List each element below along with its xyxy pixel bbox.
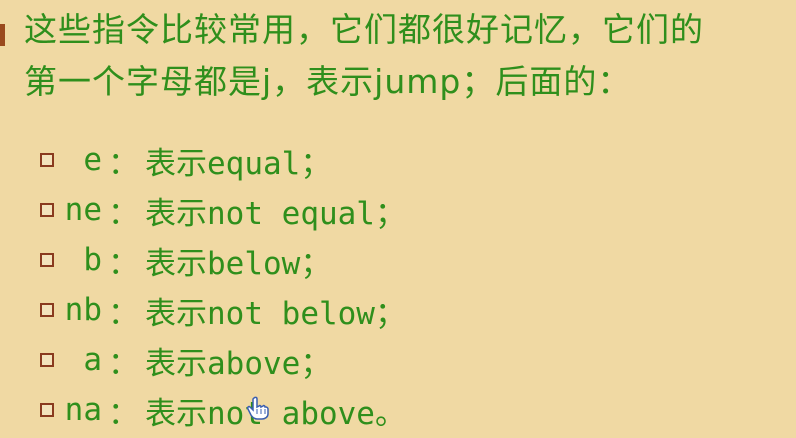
separator: ： (108, 195, 139, 232)
condition-description: 表示not above。 (145, 388, 406, 433)
list-item: b ： 表示below； (40, 238, 640, 283)
description-prefix: 表示 (145, 395, 207, 432)
description-word: equal (207, 145, 301, 182)
square-bullet-icon (40, 203, 54, 217)
condition-code: a (83, 342, 102, 378)
square-bullet-icon (40, 253, 54, 267)
description-prefix: 表示 (145, 245, 207, 282)
condition-code: b (83, 242, 102, 278)
condition-code: ne (64, 192, 102, 228)
separator: ： (108, 145, 139, 182)
condition-code: na (64, 392, 102, 428)
hand-pointer-icon (247, 396, 269, 420)
description-word: above (207, 345, 301, 382)
condition-description: 表示not below； (145, 288, 406, 333)
list-item: a ： 表示above； (40, 338, 640, 383)
description-prefix: 表示 (145, 295, 207, 332)
description-end: ； (300, 245, 332, 282)
separator: ： (108, 295, 139, 332)
description-end: ； (300, 345, 332, 382)
slide: 这些指令比较常用，它们都很好记忆，它们的 第一个字母都是j，表示jump；后面的… (0, 0, 796, 438)
description-end: 。 (374, 395, 406, 432)
description-end: ； (374, 295, 406, 332)
condition-code: nb (64, 292, 102, 328)
description-end: ； (300, 145, 332, 182)
condition-description: 表示below； (145, 238, 331, 283)
square-bullet-icon (40, 153, 54, 167)
list-item: ne ： 表示not equal； (40, 188, 640, 233)
description-prefix: 表示 (145, 195, 207, 232)
condition-code: e (83, 142, 102, 178)
description-prefix: 表示 (145, 345, 207, 382)
intro-line-2: 第一个字母都是j，表示jump；后面的： (24, 62, 632, 101)
description-word: not above (207, 395, 375, 432)
description-prefix: 表示 (145, 145, 207, 182)
description-word: not below (207, 295, 375, 332)
separator: ： (108, 245, 139, 282)
intro-bullet-marker (0, 24, 5, 46)
separator: ： (108, 345, 139, 382)
list-item: na ： 表示not above。 (40, 388, 640, 433)
condition-description: 表示not equal； (145, 188, 406, 233)
condition-description: 表示equal； (145, 138, 331, 183)
description-end: ； (374, 195, 406, 232)
list-item: nb ： 表示not below； (40, 288, 640, 333)
separator: ： (108, 395, 139, 432)
description-word: below (207, 245, 301, 282)
square-bullet-icon (40, 353, 54, 367)
square-bullet-icon (40, 303, 54, 317)
list-item: e ： 表示equal； (40, 138, 640, 183)
condition-description: 表示above； (145, 338, 331, 383)
intro-line-1: 这些指令比较常用，它们都很好记忆，它们的 (24, 10, 704, 49)
square-bullet-icon (40, 403, 54, 417)
description-word: not equal (207, 195, 375, 232)
